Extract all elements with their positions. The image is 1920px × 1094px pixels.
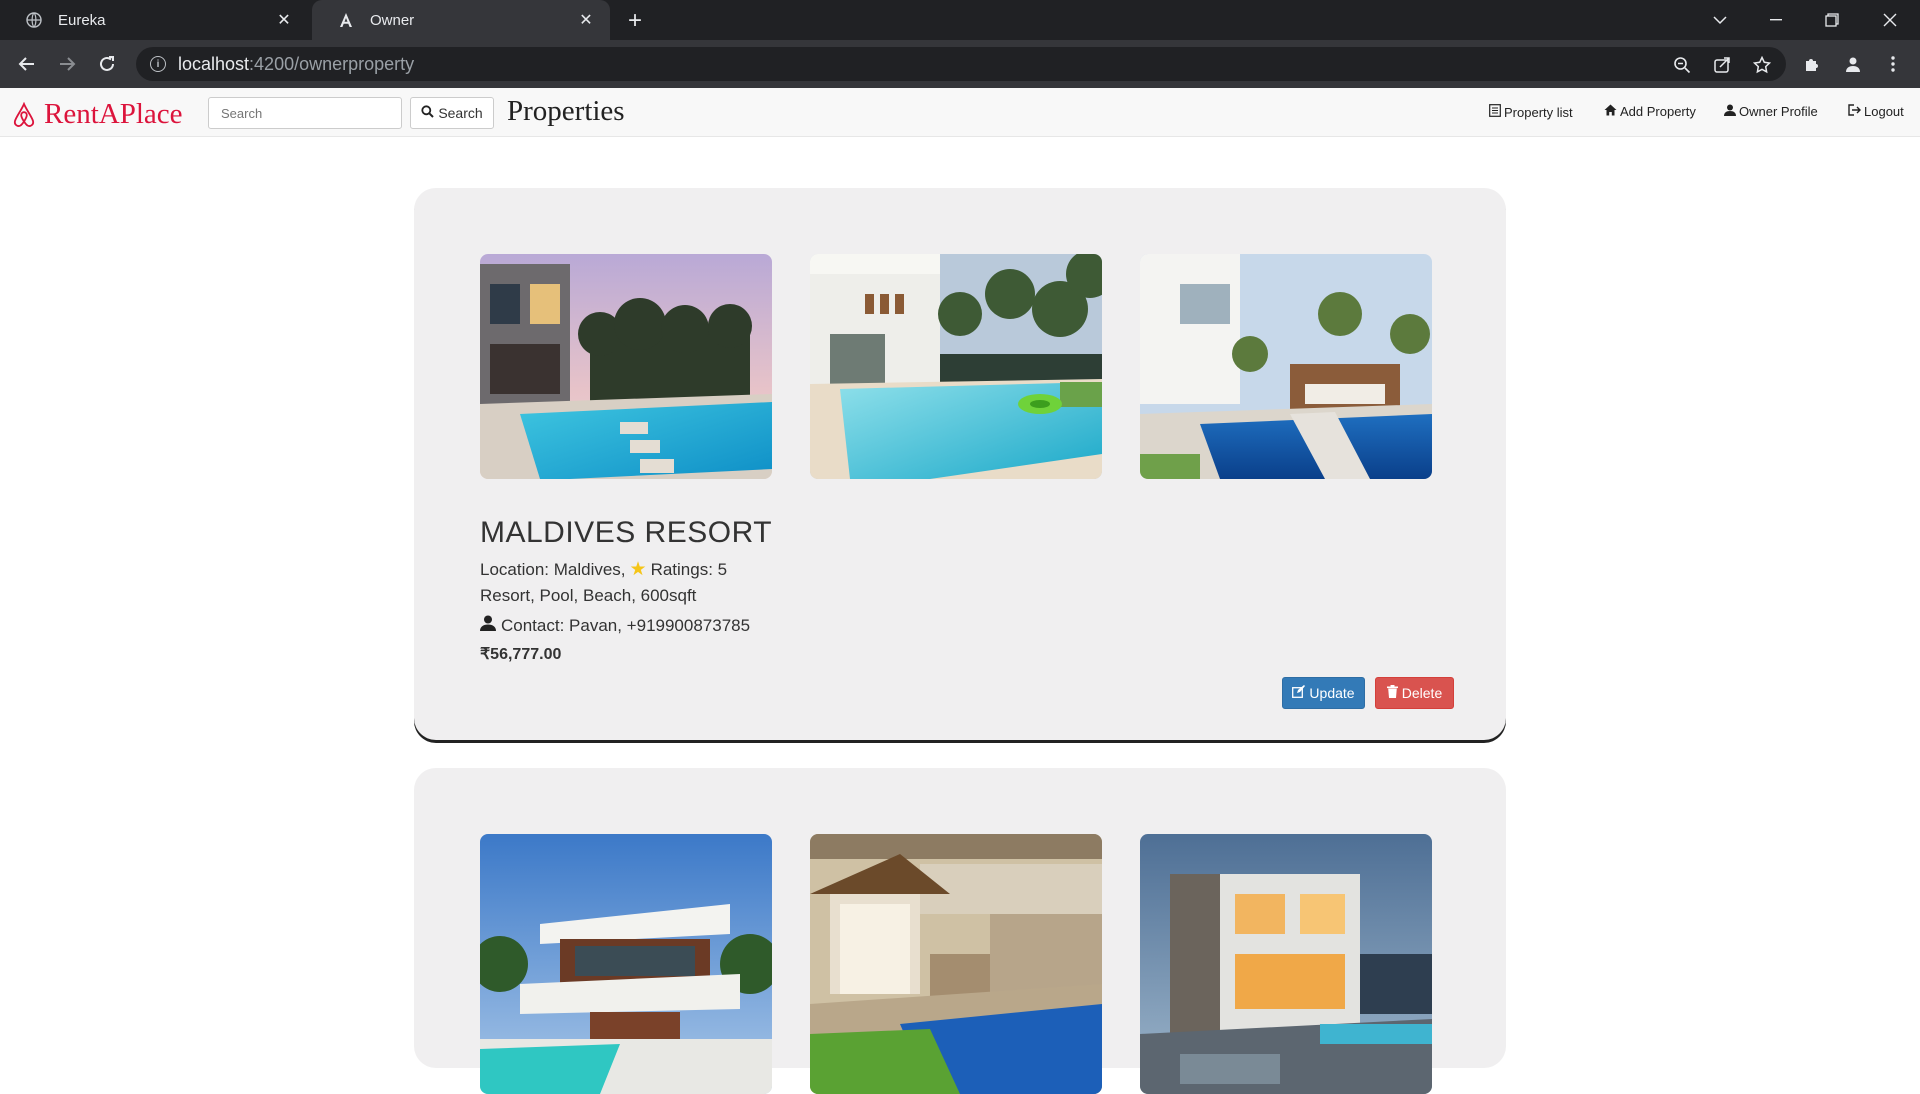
forward-icon[interactable] bbox=[52, 49, 82, 79]
restore-icon[interactable] bbox=[1804, 0, 1860, 40]
search-icon bbox=[421, 105, 435, 121]
property-photo[interactable] bbox=[1140, 834, 1432, 1094]
minimize-icon[interactable] bbox=[1748, 0, 1804, 40]
page-title: Properties bbox=[507, 95, 625, 127]
property-photo[interactable] bbox=[480, 254, 772, 479]
brand-name: RentAPlace bbox=[44, 98, 183, 130]
property-photo[interactable] bbox=[810, 254, 1102, 479]
property-price: ₹56,777.00 bbox=[480, 646, 562, 663]
tab-title: Eureka bbox=[58, 11, 106, 29]
close-tab-icon[interactable]: ✕ bbox=[274, 10, 294, 30]
property-card: MALDIVES RESORT Location: Maldives, ★ Ra… bbox=[414, 188, 1506, 740]
profile-icon[interactable] bbox=[1838, 49, 1868, 79]
star-icon: ★ bbox=[629, 559, 647, 580]
search-input[interactable] bbox=[208, 97, 402, 129]
property-location-rating: Location: Maldives, ★ Ratings: 5 bbox=[480, 558, 727, 581]
property-features: Resort, Pool, Beach, 600sqft bbox=[480, 586, 697, 605]
more-menu-icon[interactable] bbox=[1878, 49, 1908, 79]
update-label: Update bbox=[1309, 685, 1355, 701]
logout-icon bbox=[1848, 104, 1861, 119]
nav-link-label: Owner Profile bbox=[1739, 104, 1818, 119]
update-button[interactable]: Update bbox=[1282, 677, 1365, 709]
close-window-icon[interactable] bbox=[1862, 0, 1918, 40]
property-card bbox=[414, 768, 1506, 1094]
delete-button[interactable]: Delete bbox=[1375, 677, 1454, 709]
url-host: localhost bbox=[178, 53, 250, 74]
search-button[interactable]: Search bbox=[410, 97, 494, 129]
user-icon bbox=[1724, 104, 1736, 119]
url-path: :4200/ownerproperty bbox=[249, 53, 415, 74]
app-navbar: RentAPlace Search Properties Property li… bbox=[0, 88, 1920, 137]
globe-icon bbox=[24, 10, 44, 30]
extensions-icon[interactable] bbox=[1797, 49, 1827, 79]
property-location: Location: Maldives, bbox=[480, 559, 626, 579]
zoom-icon[interactable] bbox=[1670, 53, 1694, 77]
nav-link-label: Property list bbox=[1504, 104, 1573, 120]
reload-icon[interactable] bbox=[92, 49, 122, 79]
nav-logout[interactable]: Logout bbox=[1848, 104, 1904, 119]
address-bar[interactable]: i localhost:4200/ownerproperty bbox=[136, 47, 1786, 81]
airbnb-icon bbox=[13, 101, 35, 127]
tab-search-icon[interactable] bbox=[1692, 0, 1748, 40]
trash-icon bbox=[1386, 685, 1398, 701]
browser-toolbar: i localhost:4200/ownerproperty bbox=[0, 40, 1920, 88]
nav-link-label: Logout bbox=[1864, 104, 1904, 119]
property-contact-row: Contact: Pavan, +919900873785 bbox=[480, 615, 750, 636]
nav-add-property[interactable]: Add Property bbox=[1604, 104, 1696, 119]
browser-tab-owner[interactable]: Owner ✕ bbox=[312, 0, 610, 40]
site-info-icon[interactable]: i bbox=[150, 56, 166, 72]
nav-owner-profile[interactable]: Owner Profile bbox=[1724, 104, 1818, 119]
angular-icon bbox=[336, 10, 356, 30]
back-icon[interactable] bbox=[12, 49, 42, 79]
new-tab-icon[interactable]: + bbox=[620, 6, 650, 36]
list-icon bbox=[1489, 104, 1501, 120]
user-icon bbox=[480, 615, 496, 636]
property-rating: Ratings: 5 bbox=[650, 559, 728, 579]
property-name: MALDIVES RESORT bbox=[480, 516, 773, 549]
property-contact: Contact: Pavan, +919900873785 bbox=[501, 615, 751, 635]
property-photo[interactable] bbox=[480, 834, 772, 1094]
bookmark-star-icon[interactable] bbox=[1750, 53, 1774, 77]
property-photo[interactable] bbox=[810, 834, 1102, 1094]
nav-property-list[interactable]: Property list bbox=[1489, 104, 1573, 120]
browser-tabstrip: Eureka ✕ Owner ✕ + bbox=[0, 0, 1920, 40]
browser-tab-eureka[interactable]: Eureka ✕ bbox=[0, 0, 308, 40]
brand-logo[interactable]: RentAPlace bbox=[12, 98, 183, 131]
home-icon bbox=[1604, 104, 1617, 119]
close-tab-icon[interactable]: ✕ bbox=[576, 10, 596, 30]
search-button-label: Search bbox=[438, 105, 483, 121]
property-photo[interactable] bbox=[1140, 254, 1432, 479]
delete-label: Delete bbox=[1401, 685, 1443, 701]
edit-icon bbox=[1292, 685, 1306, 701]
tab-title: Owner bbox=[370, 11, 415, 29]
share-icon[interactable] bbox=[1710, 53, 1734, 77]
nav-link-label: Add Property bbox=[1620, 104, 1696, 119]
